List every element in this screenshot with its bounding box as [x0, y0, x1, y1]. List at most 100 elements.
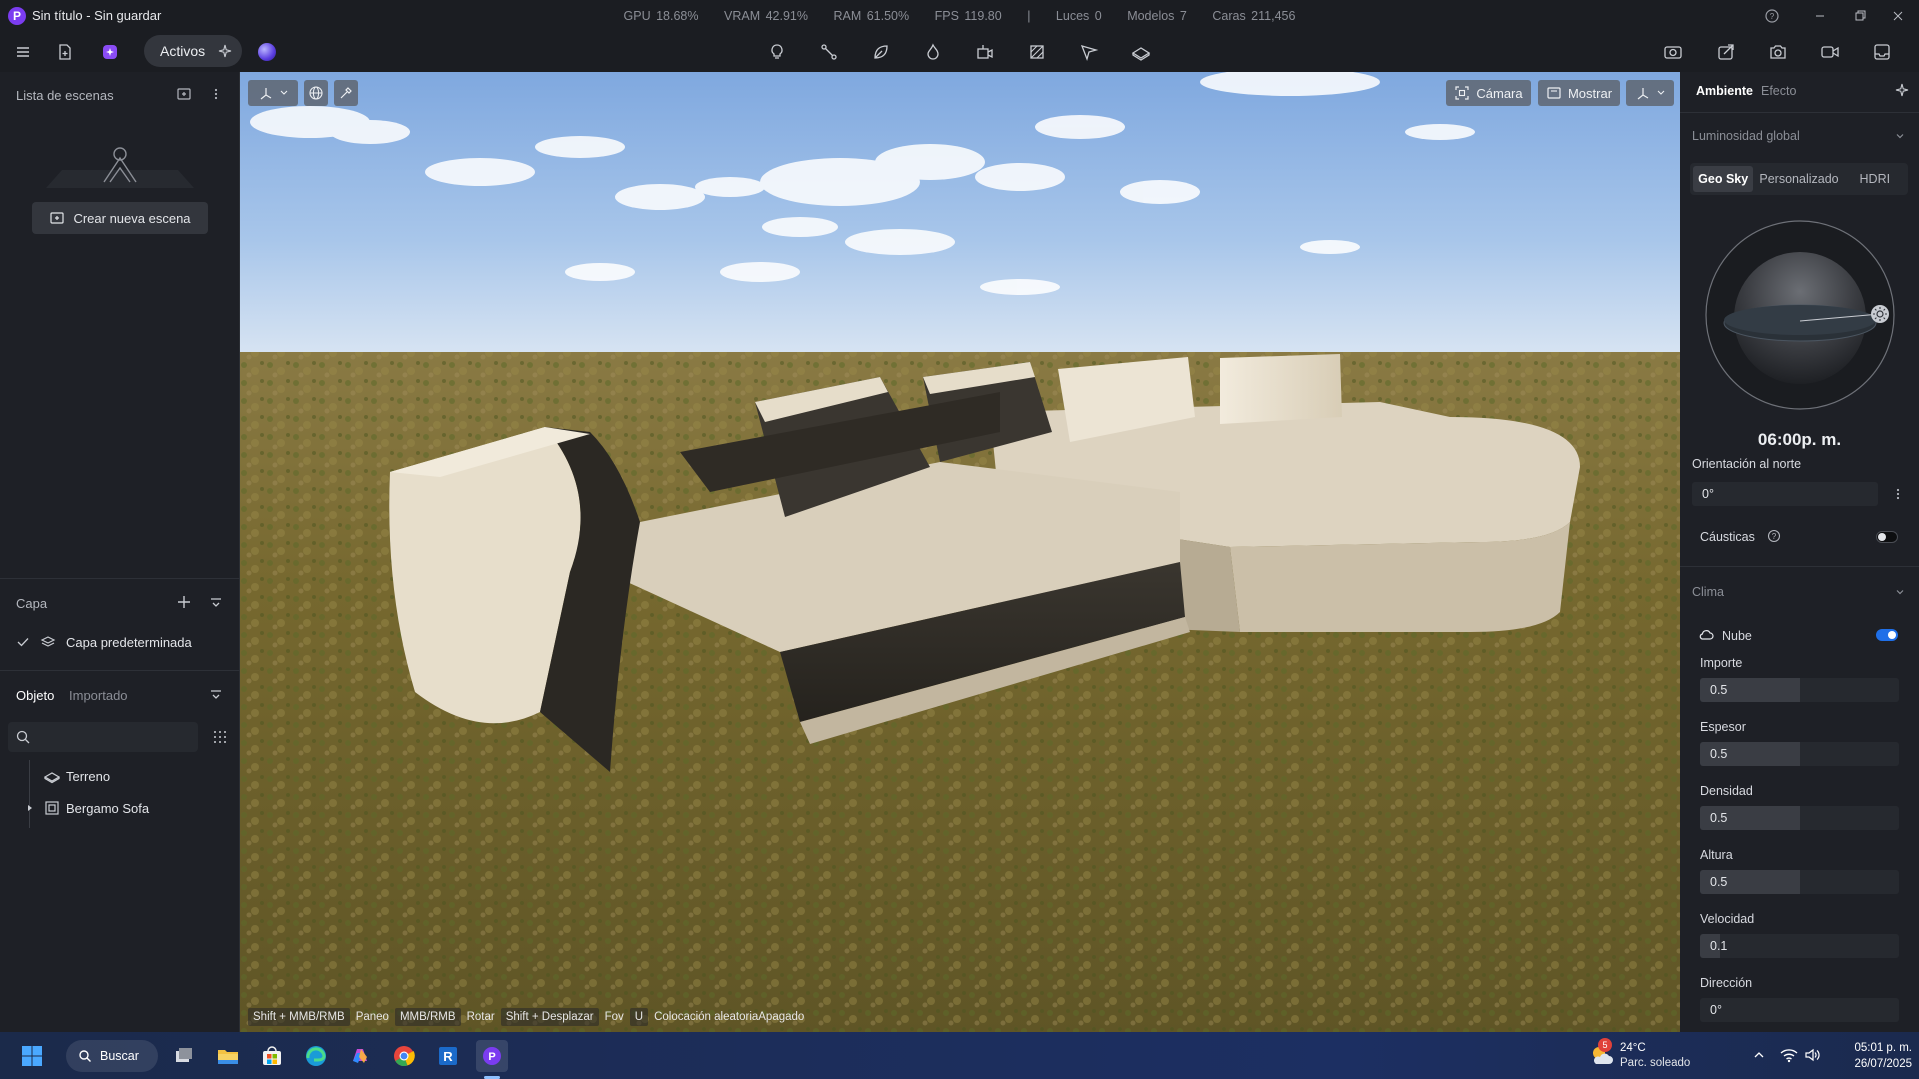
north-orientation-input[interactable]: 0°: [1692, 482, 1878, 506]
tree-item-terrain[interactable]: Terreno: [0, 762, 240, 790]
tab-custom[interactable]: Personalizado: [1759, 166, 1838, 192]
camera-button[interactable]: Cámara: [1446, 80, 1531, 106]
leaf-icon[interactable]: [866, 37, 896, 67]
clock-date[interactable]: 26/07/2025: [1832, 1058, 1912, 1070]
close-button[interactable]: [1878, 4, 1918, 28]
tree-item-label: Terreno: [66, 768, 111, 784]
wifi-icon[interactable]: [1780, 1047, 1798, 1063]
windows-start-icon[interactable]: [16, 1040, 48, 1072]
clock-time[interactable]: 05:01 p. m.: [1832, 1042, 1912, 1054]
expand-arrow-icon[interactable]: [26, 804, 34, 812]
store-icon[interactable]: [256, 1040, 288, 1072]
scene-add-icon[interactable]: [176, 86, 192, 102]
help-icon[interactable]: ?: [1766, 528, 1782, 544]
menu-icon[interactable]: [8, 37, 38, 67]
tab-object[interactable]: Objeto: [16, 688, 54, 703]
tab-geo-sky[interactable]: Geo Sky: [1693, 166, 1754, 192]
chevron-down-icon: [280, 89, 288, 97]
chevron-down-icon[interactable]: [1894, 130, 1906, 142]
path-camera-icon[interactable]: [1074, 37, 1104, 67]
edge-browser-icon[interactable]: [300, 1040, 332, 1072]
slider-value: 0°: [1710, 1003, 1722, 1017]
ai-assistant-icon[interactable]: [95, 37, 125, 67]
globe-icon[interactable]: [304, 80, 328, 106]
chevron-up-icon[interactable]: [1752, 1048, 1766, 1062]
create-scene-button[interactable]: Crear nueva escena: [32, 202, 208, 234]
eyedropper-icon[interactable]: [334, 80, 358, 106]
plane-icon[interactable]: [1126, 37, 1156, 67]
svg-text:P: P: [488, 1051, 495, 1063]
restore-button[interactable]: [1840, 4, 1880, 28]
title-bar: P Sin título - Sin guardar GPU 18.68% VR…: [0, 0, 1919, 32]
object-search-input[interactable]: [8, 722, 198, 752]
slider-label: Espesor: [1700, 720, 1746, 734]
file-explorer-icon[interactable]: [212, 1040, 244, 1072]
assets-label: Activos: [160, 43, 206, 59]
chrome-icon[interactable]: [388, 1040, 420, 1072]
slider-value: 0.5: [1710, 875, 1728, 889]
fps-stat: FPS 119.80: [934, 9, 1002, 23]
sparkle-icon[interactable]: [217, 43, 233, 59]
inbox-icon[interactable]: [1867, 37, 1897, 67]
gizmo-options-button[interactable]: [1626, 80, 1674, 106]
copilot-icon[interactable]: [344, 1040, 376, 1072]
slider-value: 0.5: [1710, 811, 1728, 825]
layer-row[interactable]: Capa predeterminada: [0, 628, 240, 656]
new-file-icon[interactable]: [50, 37, 80, 67]
path-tool-icon[interactable]: [814, 37, 844, 67]
screenshot-icon[interactable]: [1763, 37, 1793, 67]
export-icon[interactable]: [1711, 37, 1741, 67]
slider-input[interactable]: 0.5: [1700, 806, 1899, 830]
lights-stat: Luces 0: [1055, 9, 1102, 23]
minimize-button[interactable]: [1800, 4, 1840, 28]
tab-ambient[interactable]: Ambiente: [1696, 84, 1753, 98]
slider-input[interactable]: 0°: [1700, 998, 1899, 1022]
slider-input[interactable]: 0.1: [1700, 934, 1899, 958]
slider-input[interactable]: 0.5: [1700, 678, 1899, 702]
task-view-icon[interactable]: [168, 1040, 200, 1072]
grid-view-icon[interactable]: [212, 729, 228, 745]
navigation-mode-button[interactable]: [248, 80, 298, 106]
more-options-icon[interactable]: [208, 86, 224, 102]
more-options-icon[interactable]: [1890, 486, 1906, 502]
add-layer-icon[interactable]: [176, 594, 192, 610]
weather-title: Clima: [1692, 585, 1724, 599]
video-icon[interactable]: [1815, 37, 1845, 67]
camera-move-icon[interactable]: [970, 37, 1000, 67]
scene-list-title: Lista de escenas: [16, 88, 114, 103]
tab-hdri[interactable]: HDRI: [1845, 166, 1905, 192]
tree-item-bergamo-sofa[interactable]: Bergamo Sofa: [0, 794, 240, 822]
3d-viewport[interactable]: Cámara Mostrar Shift + MMB/RMB Paneo MMB…: [240, 72, 1680, 1032]
search-icon: [15, 729, 31, 745]
tab-imported[interactable]: Importado: [69, 688, 128, 703]
check-icon[interactable]: [16, 635, 30, 649]
assets-button[interactable]: Activos: [144, 35, 242, 67]
hint-action: Rotar: [466, 1011, 495, 1023]
ai-orb-icon[interactable]: [258, 43, 276, 61]
right-panel: Ambiente Efecto Luminosidad global Geo S…: [1680, 72, 1919, 1032]
revit-icon[interactable]: R: [432, 1040, 464, 1072]
chevron-down-icon[interactable]: [1894, 586, 1906, 598]
taskbar-search[interactable]: Buscar: [66, 1040, 158, 1072]
show-button[interactable]: Mostrar: [1538, 80, 1620, 106]
slider-value: 0.1: [1710, 939, 1728, 953]
help-icon[interactable]: ?: [1760, 4, 1800, 28]
layer-filter-icon[interactable]: [208, 594, 224, 610]
d5-render-icon[interactable]: P: [476, 1040, 508, 1072]
volume-icon[interactable]: [1804, 1047, 1822, 1063]
tab-effect[interactable]: Efecto: [1761, 84, 1796, 98]
caustics-toggle[interactable]: [1876, 531, 1898, 543]
slider-value: 0.5: [1710, 747, 1728, 761]
sparkle-icon[interactable]: [1894, 82, 1910, 98]
fire-icon[interactable]: [918, 37, 948, 67]
slider-input[interactable]: 0.5: [1700, 742, 1899, 766]
cloud-toggle[interactable]: [1876, 629, 1898, 641]
sun-handle-icon[interactable]: [1870, 304, 1890, 324]
search-label: Buscar: [100, 1049, 139, 1063]
light-bulb-icon[interactable]: [762, 37, 792, 67]
slider-input[interactable]: 0.5: [1700, 870, 1899, 894]
section-icon[interactable]: [1022, 37, 1052, 67]
render-camera-icon[interactable]: [1658, 37, 1688, 67]
object-filter-icon[interactable]: [208, 686, 224, 702]
main-toolbar: Activos: [0, 32, 1919, 72]
